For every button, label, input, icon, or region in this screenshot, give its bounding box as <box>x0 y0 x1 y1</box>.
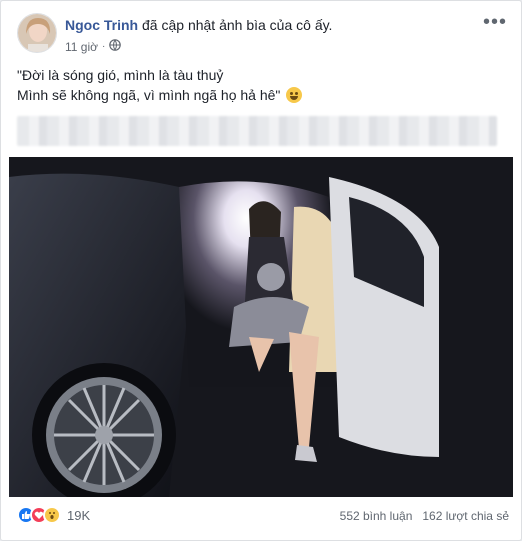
share-count[interactable]: 162 lượt chia sẻ <box>422 509 509 523</box>
post-text-line-1: "Đời là sóng gió, mình là tàu thuỷ <box>17 67 224 83</box>
post-meta: 11 giờ · <box>65 39 122 54</box>
globe-icon <box>109 39 122 54</box>
reaction-count[interactable]: 19K <box>67 508 90 523</box>
wow-icon <box>43 506 61 524</box>
post-stats: 552 bình luận 162 lượt chia sẻ <box>340 509 509 523</box>
comment-count[interactable]: 552 bình luận <box>340 509 413 523</box>
post-card: Ngoc Trinh đã cập nhật ảnh bìa của cô ấy… <box>0 0 522 541</box>
post-action-text: đã cập nhật ảnh bìa của cô ấy. <box>138 17 333 33</box>
avatar[interactable] <box>17 13 57 53</box>
meta-separator: · <box>102 41 106 52</box>
post-header: Ngoc Trinh đã cập nhật ảnh bìa của cô ấy… <box>65 17 332 33</box>
grinning-face-emoji-icon <box>286 87 303 103</box>
author-name[interactable]: Ngoc Trinh <box>65 17 138 33</box>
post-time[interactable]: 11 giờ <box>65 40 98 54</box>
post-text-line-2: Mình sẽ không ngã, vì mình ngã họ hả hê" <box>17 85 303 105</box>
post-text: "Đời là sóng gió, mình là tàu thuỷ Mình … <box>17 65 303 105</box>
cover-photo[interactable] <box>9 157 513 497</box>
post-footer: 19K 552 bình luận 162 lượt chia sẻ <box>1 504 521 532</box>
more-options-icon[interactable]: ••• <box>483 11 507 34</box>
blurred-content <box>17 116 497 146</box>
reaction-summary[interactable]: 19K <box>17 506 90 524</box>
